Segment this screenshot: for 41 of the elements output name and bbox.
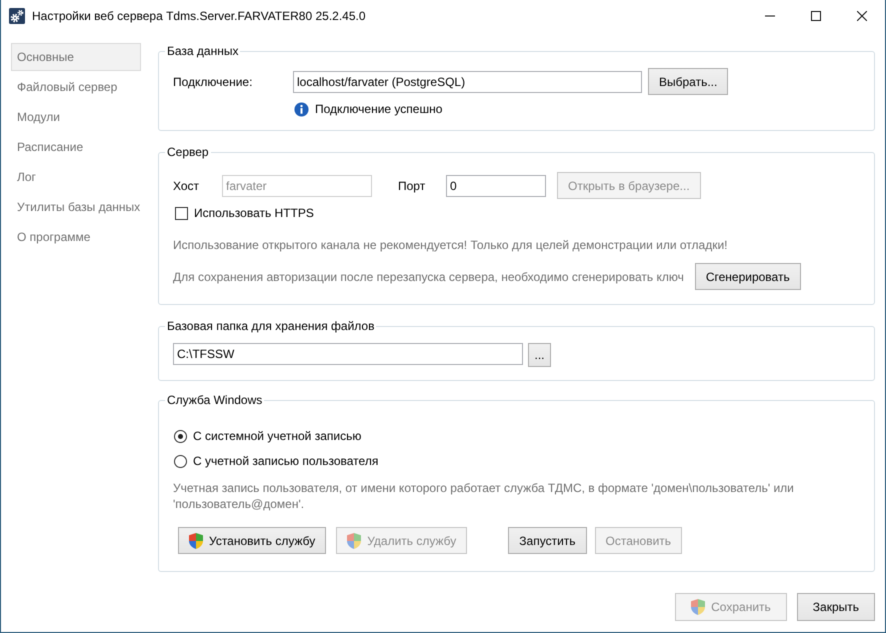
port-label: Порт	[398, 178, 426, 192]
shield-icon	[691, 599, 706, 615]
close-dialog-button[interactable]: Закрыть	[796, 593, 875, 621]
sidebar-item[interactable]: Модули	[11, 103, 141, 131]
app-gear-icon	[9, 8, 25, 24]
radio-button[interactable]	[174, 430, 187, 442]
host-label: Хост	[173, 178, 200, 192]
generate-button[interactable]: Сгенерировать	[694, 263, 801, 290]
close-icon	[857, 10, 867, 20]
shield-icon	[347, 532, 362, 548]
key-note-text: Для сохранения авторизации после перезапуска сервера, необходимо сгенерировать ключ	[173, 268, 684, 284]
port-field[interactable]: 0	[446, 174, 546, 196]
status-text: Подключение успешно	[315, 102, 442, 116]
connection-field[interactable]: localhost/farvater (PostgreSQL)	[293, 70, 642, 92]
service-note-text: Учетная запись пользователя, от имени которого работает служба ТДМС, в формате 'домен\пользователь' или 'пользователь@домен'.	[173, 480, 795, 512]
browse-button[interactable]: ...	[528, 343, 551, 367]
radio-label[interactable]: С учетной записью пользователя	[193, 454, 378, 468]
group-title: База данных	[166, 43, 240, 59]
sidebar-item[interactable]: Основные	[11, 43, 141, 71]
connection-label: Подключение:	[173, 74, 254, 88]
sidebar-item[interactable]: Файловый сервер	[11, 73, 141, 101]
radio-label[interactable]: С системной учетной записью	[193, 429, 362, 443]
folder-path-field[interactable]: C:\TFSSW	[173, 343, 523, 365]
sidebar-item[interactable]: Лог	[11, 163, 141, 191]
sidebar-item[interactable]: О программе	[11, 223, 141, 251]
group-title: Сервер	[166, 144, 210, 160]
install-service-button[interactable]: Установить службу	[178, 527, 326, 554]
checkbox[interactable]	[175, 206, 188, 220]
shield-icon	[189, 532, 203, 548]
maximize-icon	[811, 10, 821, 20]
radio-button[interactable]	[174, 454, 187, 468]
group-title: Базовая папка для хранения файлов	[166, 318, 376, 334]
start-button[interactable]: Запустить	[508, 527, 587, 554]
sidebar-item[interactable]: Расписание	[11, 133, 141, 161]
group-title: Служба Windows	[166, 392, 264, 408]
choose-button[interactable]: Выбрать...	[648, 68, 728, 95]
window-title: Настройки веб сервера Tdms.Server.FARVATER80 25.2.45.0	[32, 8, 367, 22]
sidebar-item[interactable]: Утилиты базы данных	[11, 193, 141, 221]
info-icon	[294, 102, 309, 116]
warning-text: Использование открытого канала не рекомендуется! Только для целей демонстрации или отладки!	[173, 237, 728, 253]
checkbox-label[interactable]: Использовать HTTPS	[194, 206, 314, 220]
